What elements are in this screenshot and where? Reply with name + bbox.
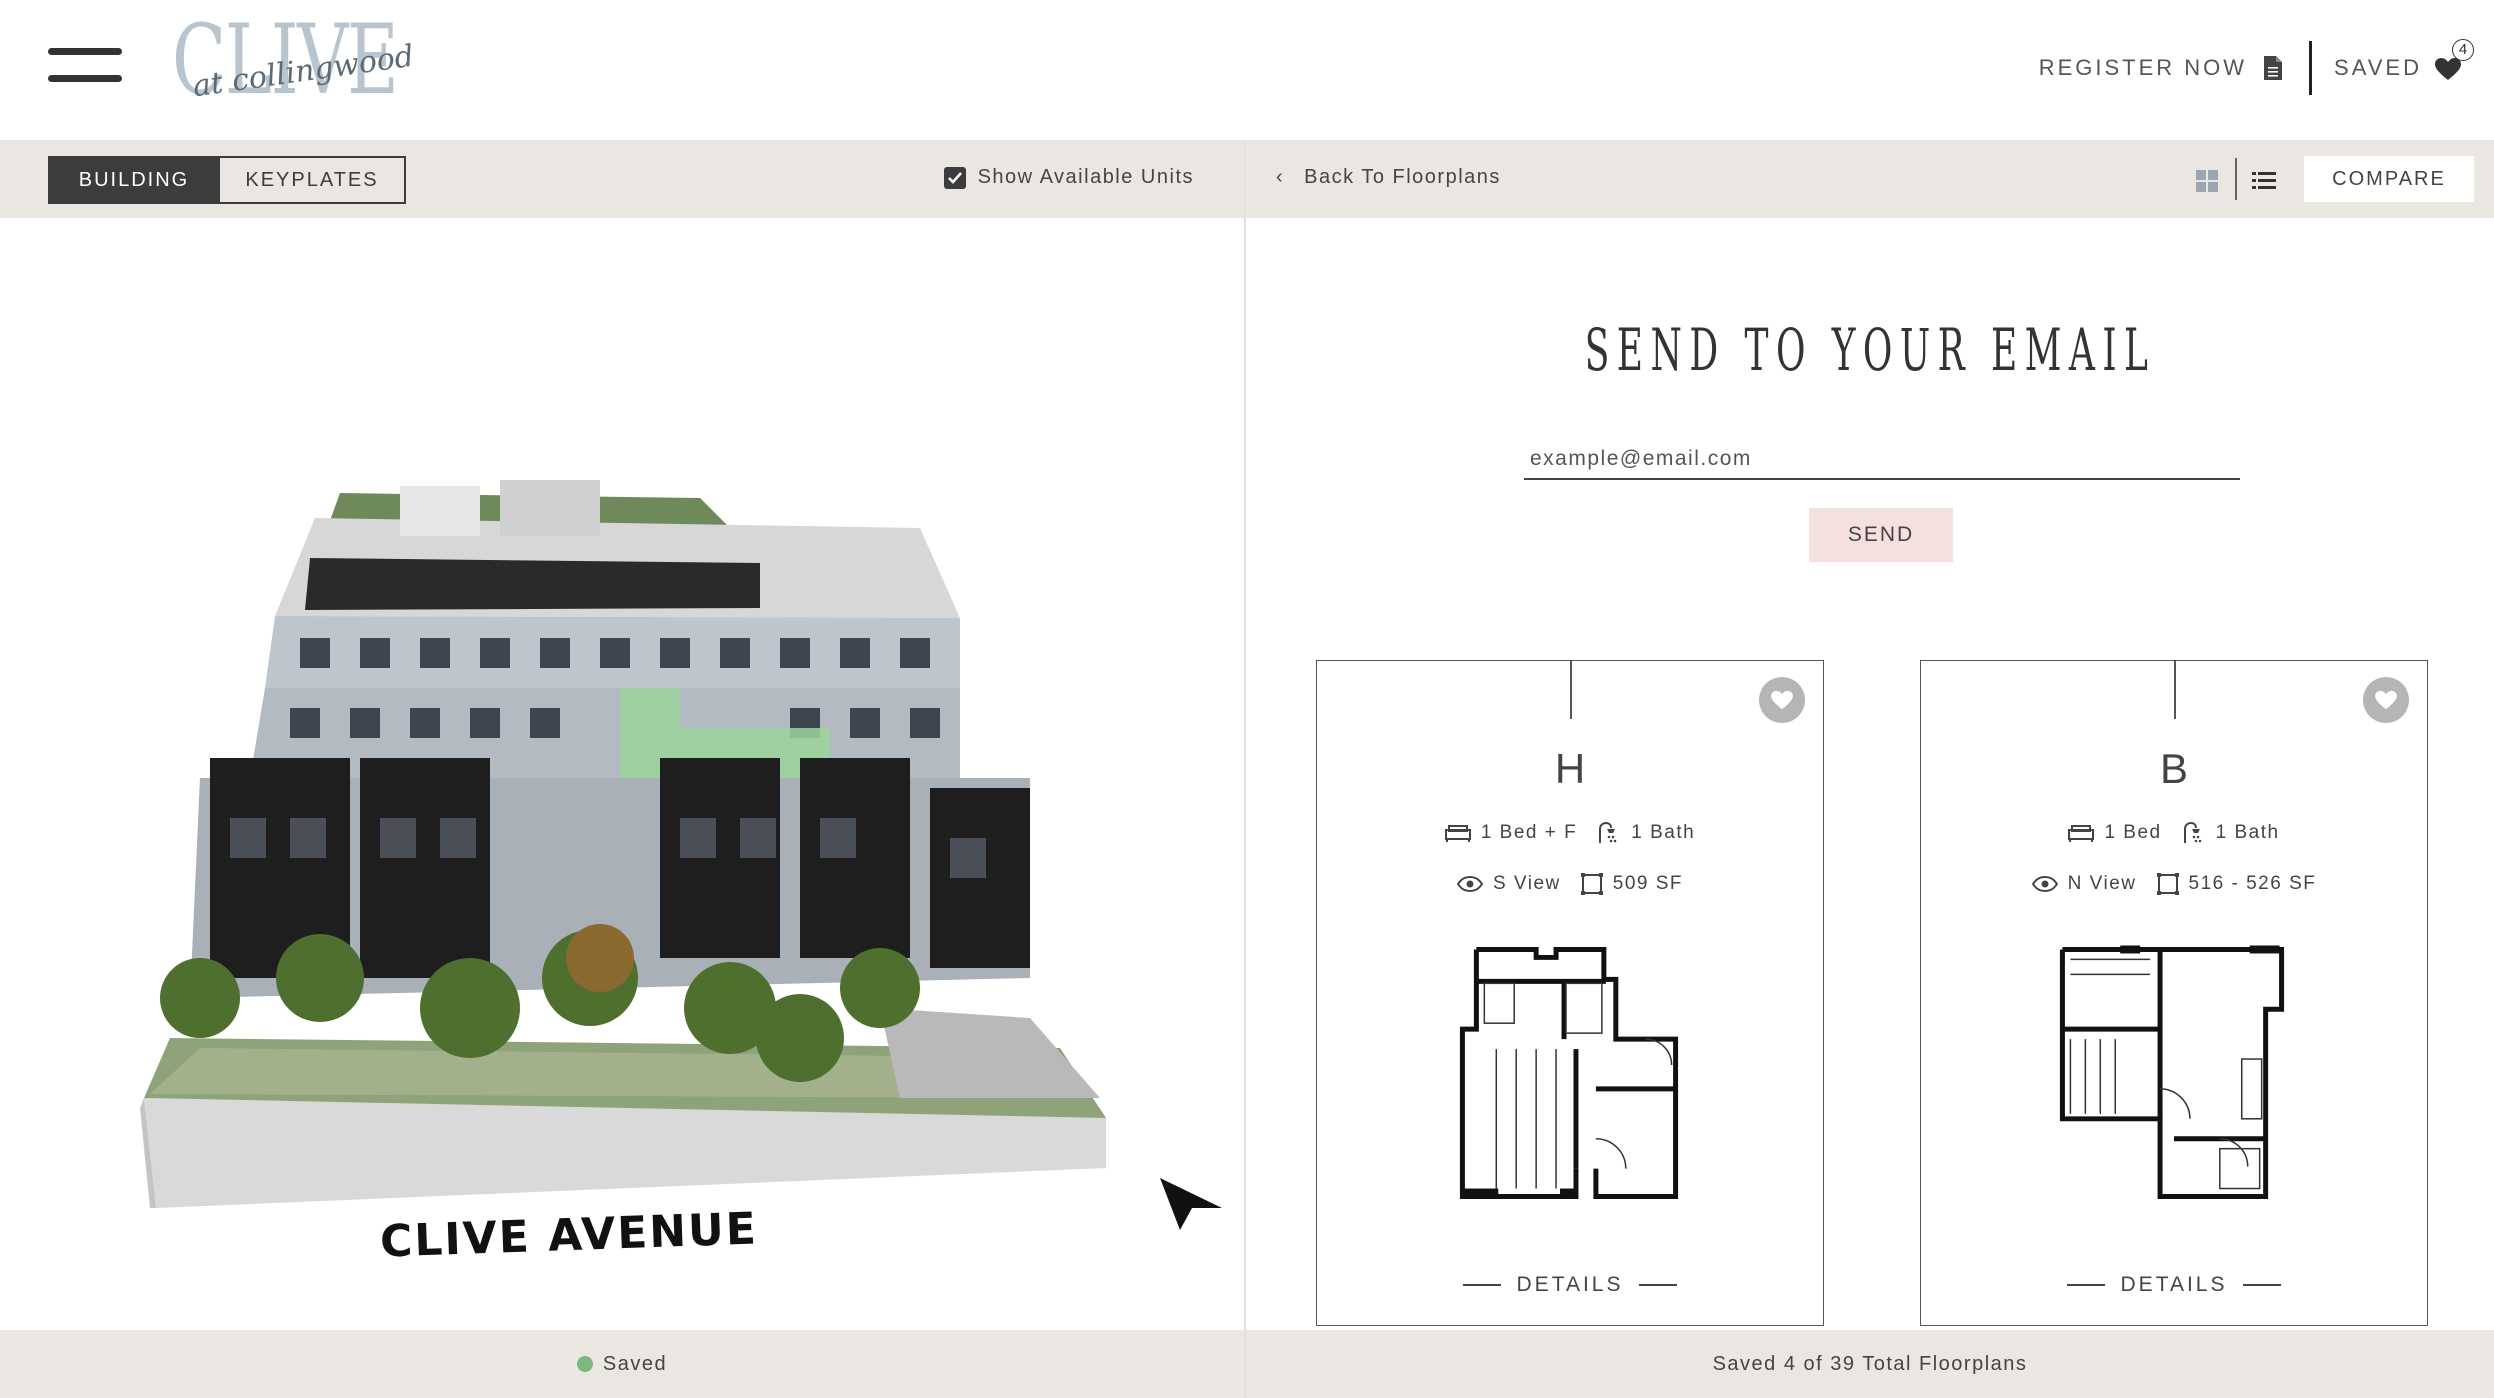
area-label: 516 - 526 SF bbox=[2188, 873, 2317, 894]
email-field[interactable] bbox=[1524, 440, 2240, 480]
bed-icon bbox=[1444, 825, 1471, 842]
building-viewer[interactable] bbox=[0, 218, 1244, 1330]
tab-building[interactable]: BUILDING bbox=[50, 158, 218, 202]
show-available-units-toggle[interactable]: Show Available Units bbox=[943, 166, 1194, 189]
shower-icon bbox=[2183, 821, 2201, 843]
floorplan-drawing bbox=[2059, 945, 2285, 1199]
document-icon bbox=[2264, 56, 2283, 80]
building-toolbar: BUILDING KEYPLATES Show Available Units bbox=[0, 140, 1244, 218]
details-label: DETAILS bbox=[2120, 1273, 2228, 1296]
bed-icon bbox=[2068, 825, 2095, 842]
floorplan-drawing bbox=[1459, 946, 1679, 1199]
saved-label: SAVED bbox=[2334, 55, 2422, 80]
building-3d-model[interactable] bbox=[0, 218, 1244, 1330]
floorplan-card[interactable]: H 1 Bed + F 1 Bath S View 509 SF DETAILS bbox=[1316, 660, 1824, 1326]
floorplan-status-bar: Saved 4 of 39 Total Floorplans bbox=[1246, 1330, 2494, 1398]
floorplan-card[interactable]: B 1 Bed 1 Bath N View 516 - 526 SF DETAI… bbox=[1920, 660, 2428, 1326]
favorite-button[interactable] bbox=[1759, 677, 1805, 723]
header-divider bbox=[2309, 41, 2313, 95]
saved-count-badge: 4 bbox=[2452, 39, 2474, 61]
area-label: 509 SF bbox=[1612, 873, 1684, 894]
area-icon bbox=[1580, 873, 1603, 895]
floorplan-toolbar: ‹ Back To Floorplans COMPARE bbox=[1246, 140, 2494, 218]
view-label: S View bbox=[1492, 873, 1561, 894]
details-link[interactable]: DETAILS bbox=[1317, 1273, 1823, 1297]
send-email-heading: SEND TO YOUR EMAIL bbox=[1584, 316, 2156, 384]
tab-keyplates[interactable]: KEYPLATES bbox=[218, 158, 404, 202]
grid-view-icon[interactable] bbox=[2196, 170, 2218, 192]
show-available-checkbox[interactable] bbox=[943, 166, 966, 189]
details-link[interactable]: DETAILS bbox=[1921, 1273, 2427, 1297]
view-label: N View bbox=[2067, 873, 2137, 894]
floorplan-panel: SEND TO YOUR EMAIL SEND H 1 Bed + F 1 Ba… bbox=[1246, 218, 2494, 1330]
saved-status-label: Saved bbox=[602, 1352, 668, 1375]
favorite-button[interactable] bbox=[2363, 677, 2409, 723]
saved-status-dot bbox=[576, 1356, 593, 1372]
show-available-label: Show Available Units bbox=[977, 166, 1194, 188]
site-header: CLIVE at collingwood REGISTER NOW SAVED … bbox=[0, 0, 2494, 140]
saved-link[interactable]: SAVED 4 bbox=[2334, 39, 2474, 83]
list-view-icon[interactable] bbox=[2252, 170, 2276, 190]
send-button[interactable]: SEND bbox=[1809, 508, 1953, 562]
shower-icon bbox=[1599, 821, 1617, 843]
eye-icon bbox=[2031, 876, 2058, 892]
baths-label: 1 Bath bbox=[2215, 822, 2280, 843]
register-now-label: REGISTER NOW bbox=[2038, 55, 2248, 80]
register-now-link[interactable]: REGISTER NOW bbox=[2039, 55, 2283, 81]
view-toggle-divider bbox=[2235, 158, 2237, 200]
view-toggle: BUILDING KEYPLATES bbox=[48, 156, 406, 204]
beds-label: 1 Bed bbox=[2104, 822, 2162, 843]
compare-button[interactable]: COMPARE bbox=[2304, 156, 2474, 202]
beds-label: 1 Bed + F bbox=[1480, 822, 1578, 843]
building-status-bar: Saved bbox=[0, 1330, 1244, 1398]
card-divider bbox=[2174, 661, 2176, 719]
logo[interactable]: CLIVE at collingwood bbox=[172, 12, 416, 110]
card-divider bbox=[1570, 661, 1572, 719]
heart-icon bbox=[2375, 690, 2397, 710]
saved-count-label: Saved 4 of 39 Total Floorplans bbox=[1712, 1352, 2028, 1375]
area-icon bbox=[2156, 873, 2179, 895]
chevron-left-icon: ‹ bbox=[1276, 166, 1285, 188]
heart-icon bbox=[2435, 58, 2461, 80]
eye-icon bbox=[1456, 876, 1483, 892]
menu-icon[interactable] bbox=[48, 46, 122, 84]
back-to-floorplans-link[interactable]: ‹ Back To Floorplans bbox=[1276, 166, 1501, 189]
checkmark-icon bbox=[947, 171, 962, 184]
back-label: Back To Floorplans bbox=[1304, 166, 1501, 188]
unit-name: B bbox=[2159, 745, 2188, 792]
baths-label: 1 Bath bbox=[1631, 822, 1696, 843]
unit-name: H bbox=[1554, 745, 1586, 792]
details-label: DETAILS bbox=[1516, 1273, 1624, 1296]
heart-icon bbox=[1771, 690, 1793, 710]
